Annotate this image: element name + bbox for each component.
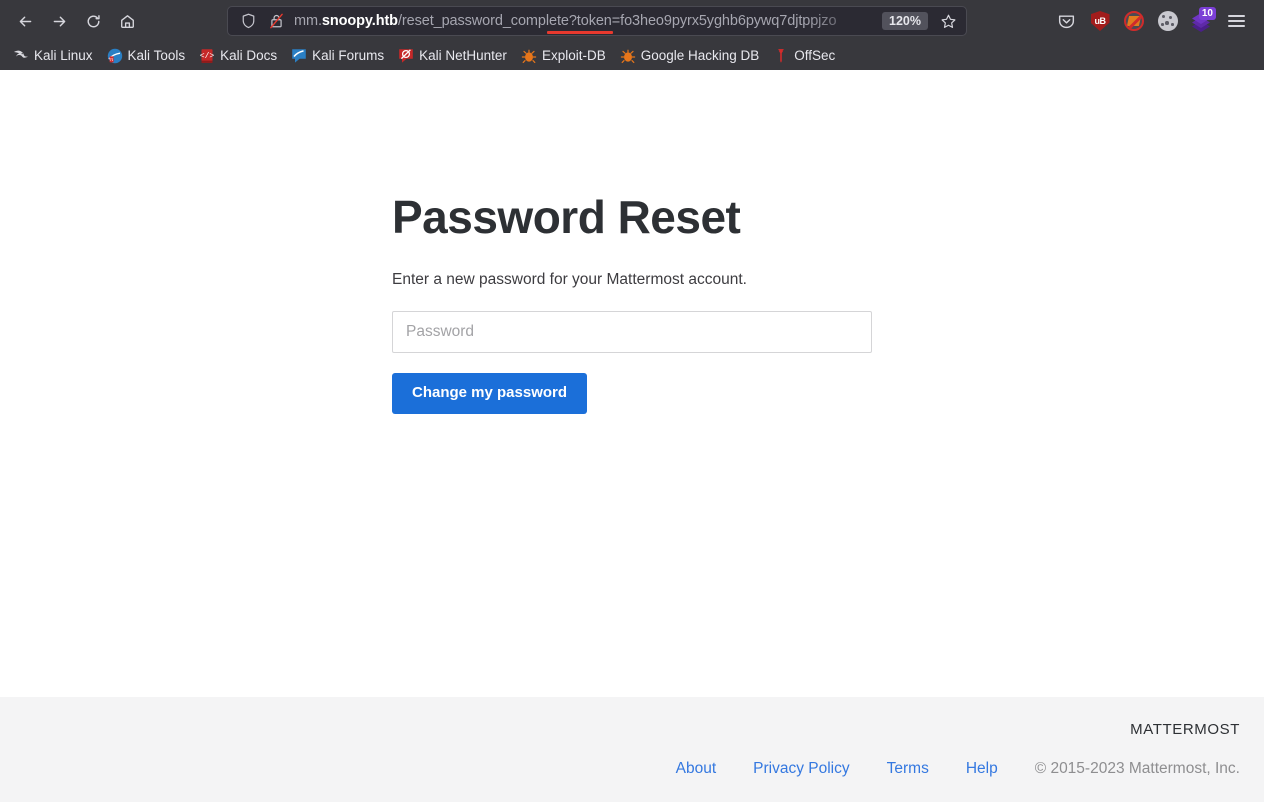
kali-docs-icon: </> — [200, 48, 215, 63]
bookmark-kali-linux[interactable]: Kali Linux — [6, 46, 100, 66]
bookmark-label: Kali NetHunter — [419, 47, 507, 63]
home-button[interactable] — [110, 6, 144, 36]
pocket-icon[interactable] — [1050, 6, 1082, 36]
site-footer: MATTERMOST About Privacy Policy Terms He… — [0, 697, 1264, 802]
password-input[interactable] — [392, 311, 872, 354]
bookmark-label: Kali Forums — [312, 47, 385, 63]
zoom-level-badge[interactable]: 120% — [882, 11, 928, 31]
kali-forums-icon — [292, 48, 306, 63]
reload-button[interactable] — [76, 6, 110, 36]
url-path: /reset_password_complete?token=fo3heo9py… — [397, 13, 837, 29]
kali-dragon-icon — [14, 50, 28, 58]
password-reset-form: Password Reset Enter a new password for … — [392, 192, 872, 414]
exploit-db-icon — [521, 49, 537, 63]
bookmark-label: Kali Linux — [34, 47, 93, 63]
url-host: snoopy.htb — [321, 13, 398, 29]
toolbar-extensions: uB 10 — [1050, 6, 1256, 36]
svg-text:π: π — [110, 57, 113, 62]
hamburger-glyph — [1227, 15, 1245, 27]
cookie-manager-icon[interactable] — [1152, 6, 1184, 36]
url-bar[interactable]: mm.snoopy.htb/reset_password_complete?to… — [227, 6, 967, 36]
browser-chrome: mm.snoopy.htb/reset_password_complete?to… — [0, 0, 1264, 70]
bookmark-kali-tools[interactable]: π Kali Tools — [100, 46, 193, 66]
footer-link-help[interactable]: Help — [966, 760, 1035, 778]
ublock-origin-icon[interactable]: uB — [1084, 6, 1116, 36]
kali-tools-icon: π — [107, 48, 122, 63]
insecure-connection-lock-icon[interactable] — [266, 11, 286, 31]
change-password-button[interactable]: Change my password — [392, 373, 588, 414]
footer-links: About Privacy Policy Terms Help © 2015-2… — [676, 760, 1240, 778]
bookmark-google-hacking-db[interactable]: Google Hacking DB — [613, 46, 767, 66]
offsec-icon — [778, 48, 784, 63]
bookmarks-bar: Kali Linux π Kali Tools </> Kali Docs Ka… — [0, 42, 1264, 70]
bookmark-label: Exploit-DB — [541, 47, 606, 63]
bookmark-offsec[interactable]: OffSec — [766, 46, 842, 66]
page-subtitle: Enter a new password for your Mattermost… — [392, 270, 747, 288]
bookmark-kali-forums[interactable]: Kali Forums — [284, 46, 391, 66]
page-title: Password Reset — [392, 191, 741, 243]
downloads-count-badge: 10 — [1198, 7, 1216, 20]
bookmark-kali-docs[interactable]: </> Kali Docs — [192, 46, 284, 66]
footer-link-terms[interactable]: Terms — [887, 760, 966, 778]
bookmark-label: OffSec — [794, 47, 836, 63]
mattermost-logo: MATTERMOST — [1130, 721, 1240, 738]
url-subdomain: mm. — [294, 13, 322, 29]
main-content: Password Reset Enter a new password for … — [0, 70, 1264, 697]
bookmark-exploit-db[interactable]: Exploit-DB — [514, 46, 613, 66]
footer-link-about[interactable]: About — [676, 760, 754, 778]
downloads-icon[interactable]: 10 — [1186, 6, 1218, 36]
bookmark-star-icon[interactable] — [936, 9, 960, 33]
footer-link-privacy-policy[interactable]: Privacy Policy — [753, 760, 886, 778]
cookie-glyph — [1158, 11, 1178, 31]
bookmark-label: Google Hacking DB — [640, 47, 760, 63]
ublock-shield-label: uB — [1090, 11, 1110, 31]
tracking-protection-shield-icon[interactable] — [238, 11, 258, 31]
downloads-layers-glyph: 10 — [1189, 7, 1216, 33]
svg-text:</>: </> — [200, 52, 215, 61]
forward-button[interactable] — [42, 6, 76, 36]
application-menu-icon[interactable] — [1220, 6, 1252, 36]
bookmark-label: Kali Tools — [127, 47, 186, 63]
bookmark-kali-nethunter[interactable]: Kali NetHunter — [391, 46, 514, 66]
noscript-blocked-glyph — [1124, 11, 1144, 31]
url-token-underline-highlight — [547, 31, 613, 34]
page-viewport: Password Reset Enter a new password for … — [0, 70, 1264, 802]
google-hacking-db-icon — [620, 49, 635, 63]
noscript-icon[interactable] — [1118, 6, 1150, 36]
back-button[interactable] — [8, 6, 42, 36]
bookmark-label: Kali Docs — [220, 47, 278, 63]
footer-copyright: © 2015-2023 Mattermost, Inc. — [1034, 760, 1240, 777]
url-bar-container: mm.snoopy.htb/reset_password_complete?to… — [144, 6, 1050, 36]
kali-nethunter-icon — [399, 48, 413, 63]
navigation-toolbar: mm.snoopy.htb/reset_password_complete?to… — [0, 0, 1264, 42]
